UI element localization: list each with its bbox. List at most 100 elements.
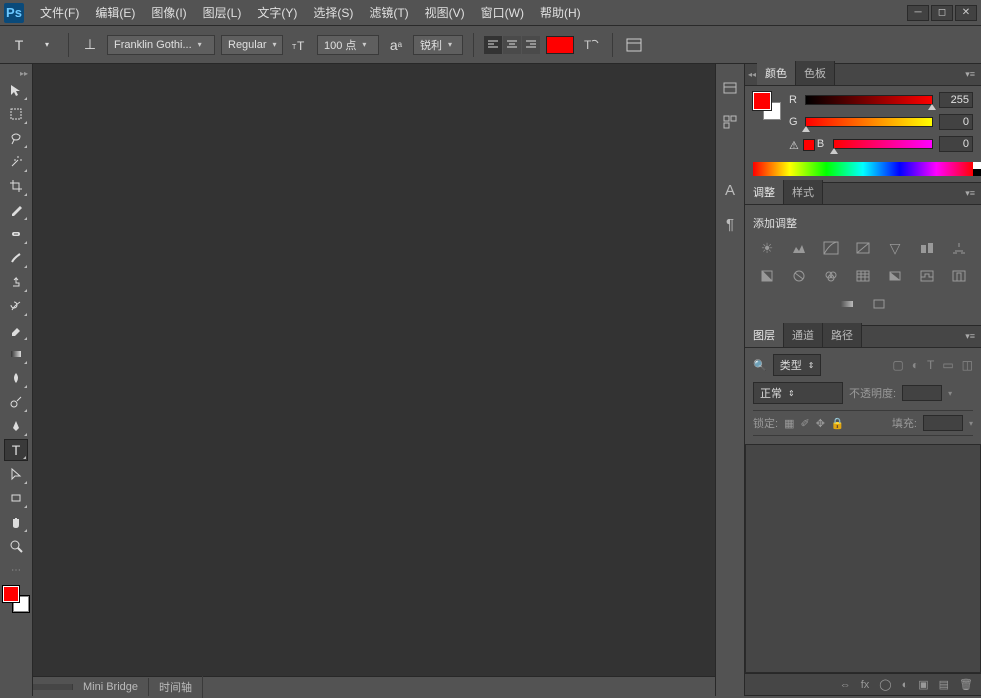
filter-type-icon[interactable]: T (927, 358, 934, 372)
panel-grip[interactable]: ◂◂ (745, 70, 757, 79)
clone-stamp-tool[interactable] (4, 271, 28, 293)
adj-vibrance-icon[interactable]: ▽ (886, 239, 904, 257)
healing-brush-tool[interactable] (4, 223, 28, 245)
menu-select[interactable]: 选择(S) (305, 0, 361, 25)
filter-adjustment-icon[interactable]: ◐ (912, 358, 919, 372)
new-layer-icon[interactable]: ▤ (939, 678, 949, 691)
tab-styles[interactable]: 样式 (784, 180, 823, 204)
adj-gradientmap-icon[interactable] (838, 295, 856, 313)
font-style-dropdown[interactable]: Regular▾ (221, 35, 283, 55)
menu-file[interactable]: 文件(F) (32, 0, 87, 25)
warp-text-icon[interactable]: T (580, 34, 602, 56)
menu-filter[interactable]: 滤镜(T) (361, 0, 416, 25)
r-slider[interactable] (805, 95, 933, 105)
tab-paths[interactable]: 路径 (823, 323, 862, 347)
strip-paragraph-icon[interactable]: ¶ (720, 214, 740, 234)
marquee-tool[interactable] (4, 103, 28, 125)
history-brush-tool[interactable] (4, 295, 28, 317)
menu-help[interactable]: 帮助(H) (532, 0, 589, 25)
filter-smartobject-icon[interactable]: ◫ (962, 358, 973, 372)
opacity-field[interactable] (902, 385, 942, 401)
tab-color[interactable]: 颜色 (757, 61, 796, 85)
menu-layer[interactable]: 图层(L) (195, 0, 250, 25)
status-tab-timeline[interactable]: 时间轴 (149, 676, 203, 698)
dodge-tool[interactable] (4, 391, 28, 413)
gradient-tool[interactable] (4, 343, 28, 365)
eraser-tool[interactable] (4, 319, 28, 341)
pen-tool[interactable] (4, 415, 28, 437)
fill-dropdown-icon[interactable]: ▾ (969, 419, 973, 428)
character-panel-icon[interactable] (623, 34, 645, 56)
adj-photofilter-icon[interactable] (790, 267, 808, 285)
adj-hue-icon[interactable] (918, 239, 936, 257)
foreground-background-colors[interactable] (3, 586, 29, 612)
adj-colorbalance-icon[interactable] (950, 239, 968, 257)
lock-pixels-icon[interactable]: ✐ (800, 417, 809, 430)
strip-character-icon[interactable]: A (720, 180, 740, 200)
layer-filter-type-dropdown[interactable]: 类型⇕ (773, 354, 822, 376)
tool-preset-icon[interactable]: T (8, 34, 30, 56)
adj-channelmixer-icon[interactable] (822, 267, 840, 285)
filter-pixel-icon[interactable]: ▢ (892, 358, 903, 372)
adjustments-panel-menu-icon[interactable]: ▾≡ (959, 188, 981, 199)
new-adjustment-layer-icon[interactable]: ◐ (902, 679, 909, 691)
strip-properties-icon[interactable] (720, 112, 740, 132)
color-panel-menu-icon[interactable]: ▾≡ (959, 69, 981, 80)
align-left-button[interactable] (484, 36, 502, 54)
delete-layer-icon[interactable]: 🗑 (959, 678, 973, 691)
status-tab-minibridge[interactable]: Mini Bridge (73, 678, 149, 696)
adj-bw-icon[interactable] (758, 267, 776, 285)
edit-toolbar-icon[interactable]: ⋯ (4, 559, 28, 581)
eyedropper-tool[interactable] (4, 199, 28, 221)
font-size-dropdown[interactable]: 100 点▾ (317, 35, 379, 55)
rectangle-tool[interactable] (4, 487, 28, 509)
layers-list[interactable] (745, 444, 981, 673)
b-slider[interactable] (833, 139, 933, 149)
tab-channels[interactable]: 通道 (784, 323, 823, 347)
adj-curves-icon[interactable] (822, 239, 840, 257)
fill-field[interactable] (923, 415, 963, 431)
adj-invert-icon[interactable] (886, 267, 904, 285)
adj-levels-icon[interactable] (790, 239, 808, 257)
orientation-toggle-icon[interactable]: ⊥ (79, 34, 101, 56)
adj-brightness-icon[interactable]: ☀ (758, 239, 776, 257)
close-button[interactable]: ✕ (955, 5, 977, 21)
move-tool[interactable] (4, 79, 28, 101)
minimize-button[interactable]: ─ (907, 5, 929, 21)
zoom-tool[interactable] (4, 535, 28, 557)
type-tool[interactable]: T (4, 439, 28, 461)
lock-transparency-icon[interactable]: ▦ (784, 417, 794, 430)
lock-all-icon[interactable]: 🔒 (831, 417, 845, 430)
blend-mode-dropdown[interactable]: 正常⇕ (753, 382, 843, 404)
blur-tool[interactable] (4, 367, 28, 389)
status-doc-info[interactable] (33, 684, 73, 690)
link-layers-icon[interactable]: ⇔ (840, 679, 851, 691)
align-right-button[interactable] (522, 36, 540, 54)
magic-wand-tool[interactable] (4, 151, 28, 173)
g-slider[interactable] (805, 117, 933, 127)
layers-panel-menu-icon[interactable]: ▾≡ (959, 331, 981, 342)
new-group-icon[interactable]: ▣ (918, 678, 928, 691)
adj-posterize-icon[interactable] (918, 267, 936, 285)
gamut-warning-swatch[interactable] (803, 139, 815, 151)
adj-selectivecolor-icon[interactable] (870, 295, 888, 313)
tool-preset-dropdown-icon[interactable]: ▾ (36, 34, 58, 56)
tab-swatches[interactable]: 色板 (796, 61, 835, 85)
adj-exposure-icon[interactable] (854, 239, 872, 257)
strip-history-icon[interactable] (720, 78, 740, 98)
menu-edit[interactable]: 编辑(E) (87, 0, 143, 25)
foreground-color-swatch[interactable] (3, 586, 19, 602)
maximize-button[interactable]: ◻ (931, 5, 953, 21)
tab-adjustments[interactable]: 调整 (745, 180, 784, 204)
align-center-button[interactable] (503, 36, 521, 54)
gamut-warning-icon[interactable]: ⚠ (789, 139, 799, 152)
color-panel-swatches[interactable] (753, 92, 781, 120)
path-selection-tool[interactable] (4, 463, 28, 485)
brush-tool[interactable] (4, 247, 28, 269)
menu-image[interactable]: 图像(I) (143, 0, 194, 25)
adj-colorlookup-icon[interactable] (854, 267, 872, 285)
font-family-dropdown[interactable]: Franklin Gothi...▾ (107, 35, 215, 55)
g-value[interactable]: 0 (939, 114, 973, 130)
layer-mask-icon[interactable]: ◯ (879, 678, 891, 691)
menu-window[interactable]: 窗口(W) (473, 0, 532, 25)
